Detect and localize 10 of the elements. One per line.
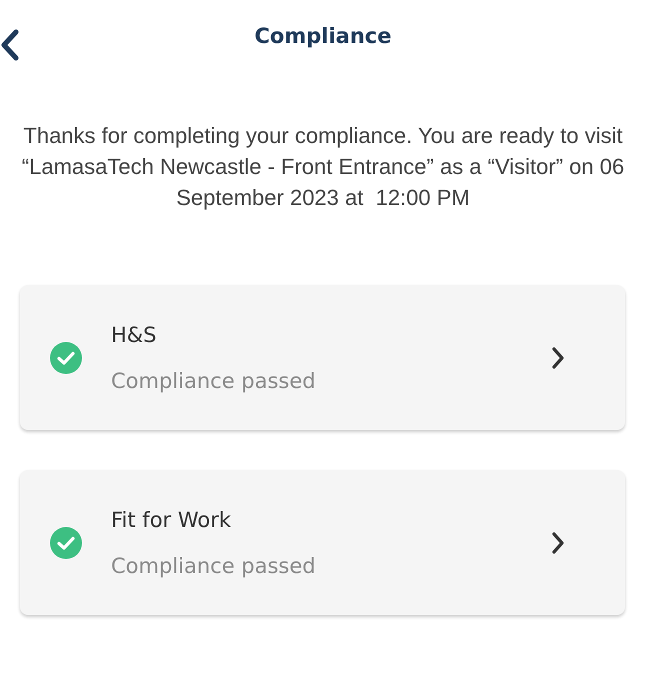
card-status: Compliance passed — [111, 554, 317, 578]
page-title: Compliance — [254, 24, 392, 48]
compliance-card[interactable]: Fit for Work Compliance passed — [20, 470, 625, 615]
card-title: Fit for Work — [111, 508, 232, 532]
compliance-card[interactable]: H&S Compliance passed — [20, 285, 625, 430]
confirmation-message: Thanks for completing your compliance. You are ready to visit “LamasaTech Newcastle - Front Entrance” as a “Visitor” on 06 September 2023 at 12:00 PM — [20, 122, 626, 212]
card-status: Compliance passed — [111, 368, 317, 392]
chevron-icon — [551, 346, 565, 370]
chevron-icon — [551, 530, 565, 554]
card-title: H&S — [111, 322, 158, 346]
